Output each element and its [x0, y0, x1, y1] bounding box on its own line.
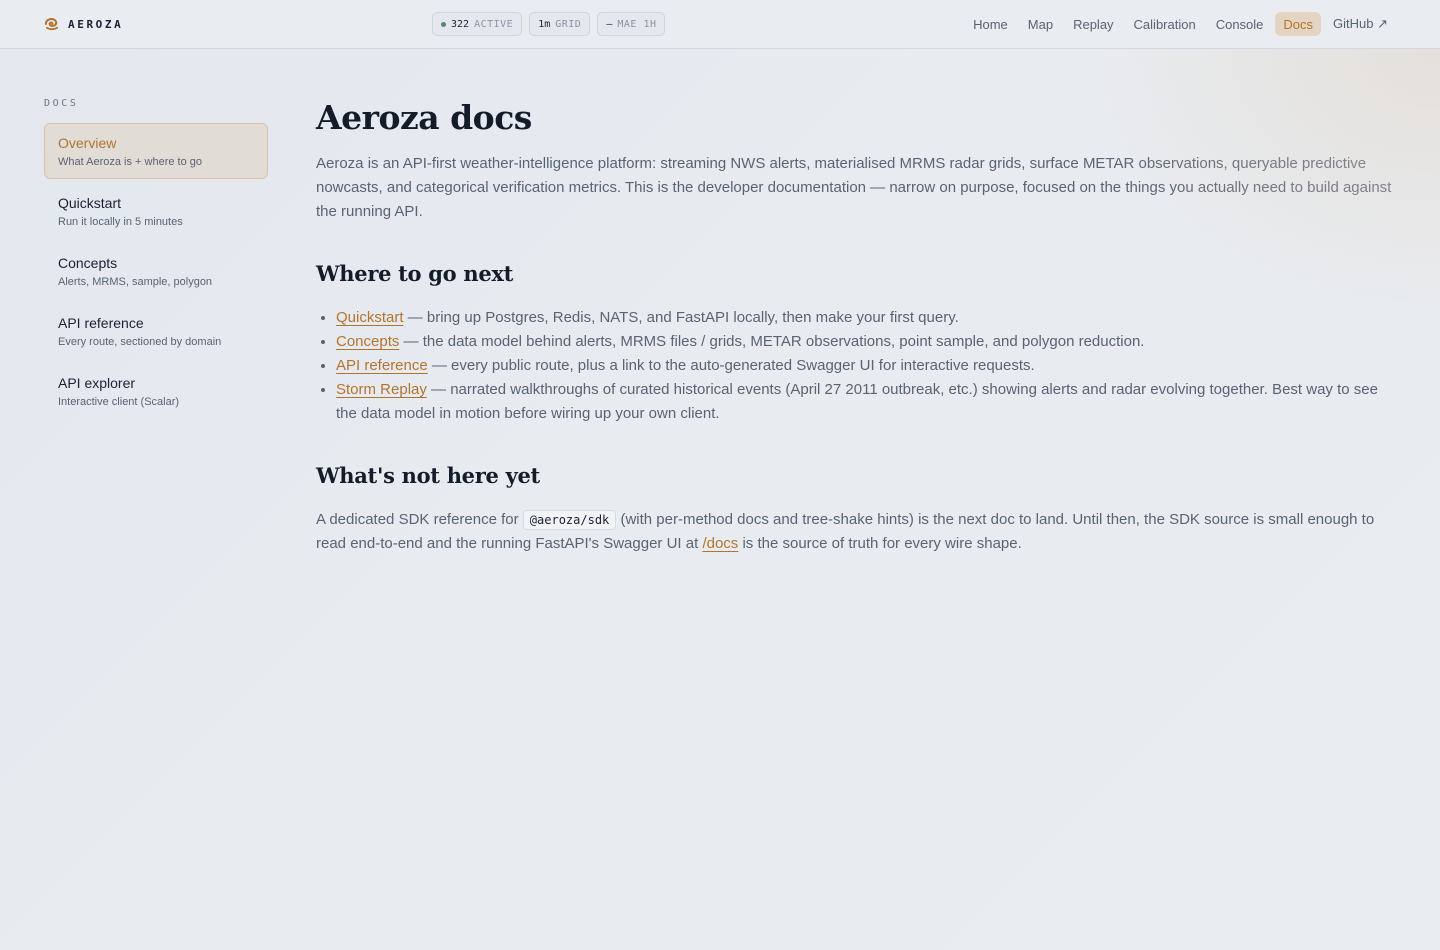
sidebar-heading: DOCS [44, 98, 79, 109]
active-count: 322 [451, 18, 470, 30]
sdk-package-code: @aeroza/sdk [522, 510, 617, 530]
sidebar-item-api-explorer[interactable]: API explorer Interactive client (Scalar) [44, 363, 268, 419]
nav-console[interactable]: Console [1208, 12, 1272, 36]
list-item-text: — bring up Postgres, Redis, NATS, and Fa… [403, 309, 959, 326]
sidebar-item-title: API reference [58, 315, 144, 331]
mae-label: MAE 1H [617, 18, 657, 30]
sidebar-item-overview[interactable]: Overview What Aeroza is + where to go [44, 123, 268, 179]
notyet-text-before: A dedicated SDK reference for [316, 511, 523, 528]
sidebar-item-concepts[interactable]: Concepts Alerts, MRMS, sample, polygon [44, 243, 268, 299]
storm-replay-link[interactable]: Storm Replay [336, 381, 427, 398]
list-item-text: — narrated walkthroughs of curated histo… [336, 381, 1378, 422]
docs-sidebar: DOCS Overview What Aeroza is + where to … [44, 98, 268, 423]
sidebar-item-api-reference[interactable]: API reference Every route, sectioned by … [44, 303, 268, 359]
where-to-go-heading: Where to go next [316, 261, 514, 286]
docs-content: Aeroza docs Aeroza is an API-first weath… [316, 96, 1396, 556]
aeroza-swirl-icon [44, 18, 59, 31]
sidebar-item-subtitle: Alerts, MRMS, sample, polygon [58, 276, 213, 288]
next-links-list: Quickstart — bring up Postgres, Redis, N… [316, 306, 1396, 426]
main-nav: Home Map Replay Calibration Console Docs… [965, 12, 1396, 36]
sidebar-item-quickstart[interactable]: Quickstart Run it locally in 5 minutes [44, 183, 268, 239]
active-label: ACTIVE [474, 18, 514, 30]
status-pills: 322 ACTIVE 1m GRID — MAE 1H [432, 12, 666, 36]
nav-replay[interactable]: Replay [1065, 12, 1121, 36]
sidebar-item-subtitle: Interactive client (Scalar) [58, 396, 180, 408]
list-item: Quickstart — bring up Postgres, Redis, N… [336, 306, 1396, 330]
nav-home[interactable]: Home [965, 12, 1016, 36]
top-bar: AEROZA 322 ACTIVE 1m GRID — MAE 1H Home … [0, 0, 1440, 49]
concepts-link[interactable]: Concepts [336, 333, 399, 350]
not-here-yet-paragraph: A dedicated SDK reference for @aeroza/sd… [316, 508, 1396, 556]
sidebar-item-title: Concepts [58, 255, 118, 271]
nav-calibration[interactable]: Calibration [1126, 12, 1204, 36]
sidebar-item-title: Overview [58, 135, 117, 151]
grid-label: GRID [555, 18, 582, 30]
sidebar-item-subtitle: Every route, sectioned by domain [58, 336, 222, 348]
sidebar-item-title: API explorer [58, 375, 136, 391]
mae-value: — [606, 18, 613, 30]
intro-paragraph: Aeroza is an API-first weather-intellige… [316, 155, 1392, 220]
quickstart-link[interactable]: Quickstart [336, 309, 404, 326]
list-item-text: — every public route, plus a link to the… [427, 357, 1035, 374]
sidebar-item-title: Quickstart [58, 195, 122, 211]
brand-name: AEROZA [68, 17, 124, 31]
list-item: Concepts — the data model behind alerts,… [336, 330, 1396, 354]
live-status-dot [441, 21, 446, 27]
mae-pill[interactable]: — MAE 1H [597, 12, 666, 36]
swagger-docs-link[interactable]: /docs [702, 535, 738, 552]
nav-docs[interactable]: Docs [1275, 12, 1322, 36]
notyet-text-after: is the source of truth for every wire sh… [738, 535, 1022, 552]
active-alerts-pill[interactable]: 322 ACTIVE [432, 12, 523, 36]
list-item-text: — the data model behind alerts, MRMS fil… [399, 333, 1145, 350]
sidebar-item-subtitle: What Aeroza is + where to go [58, 156, 202, 168]
not-here-yet-heading: What's not here yet [316, 463, 540, 488]
nav-map[interactable]: Map [1020, 12, 1061, 36]
grid-value: 1m [538, 18, 551, 30]
sidebar-item-subtitle: Run it locally in 5 minutes [58, 216, 183, 228]
brand-logo[interactable]: AEROZA [44, 15, 123, 33]
nav-github[interactable]: GitHub ↗ [1325, 12, 1396, 36]
api-reference-link[interactable]: API reference [336, 357, 428, 374]
list-item: Storm Replay — narrated walkthroughs of … [336, 378, 1396, 426]
page-title: Aeroza docs [316, 98, 532, 137]
list-item: API reference — every public route, plus… [336, 354, 1396, 378]
grid-pill[interactable]: 1m GRID [529, 12, 591, 36]
